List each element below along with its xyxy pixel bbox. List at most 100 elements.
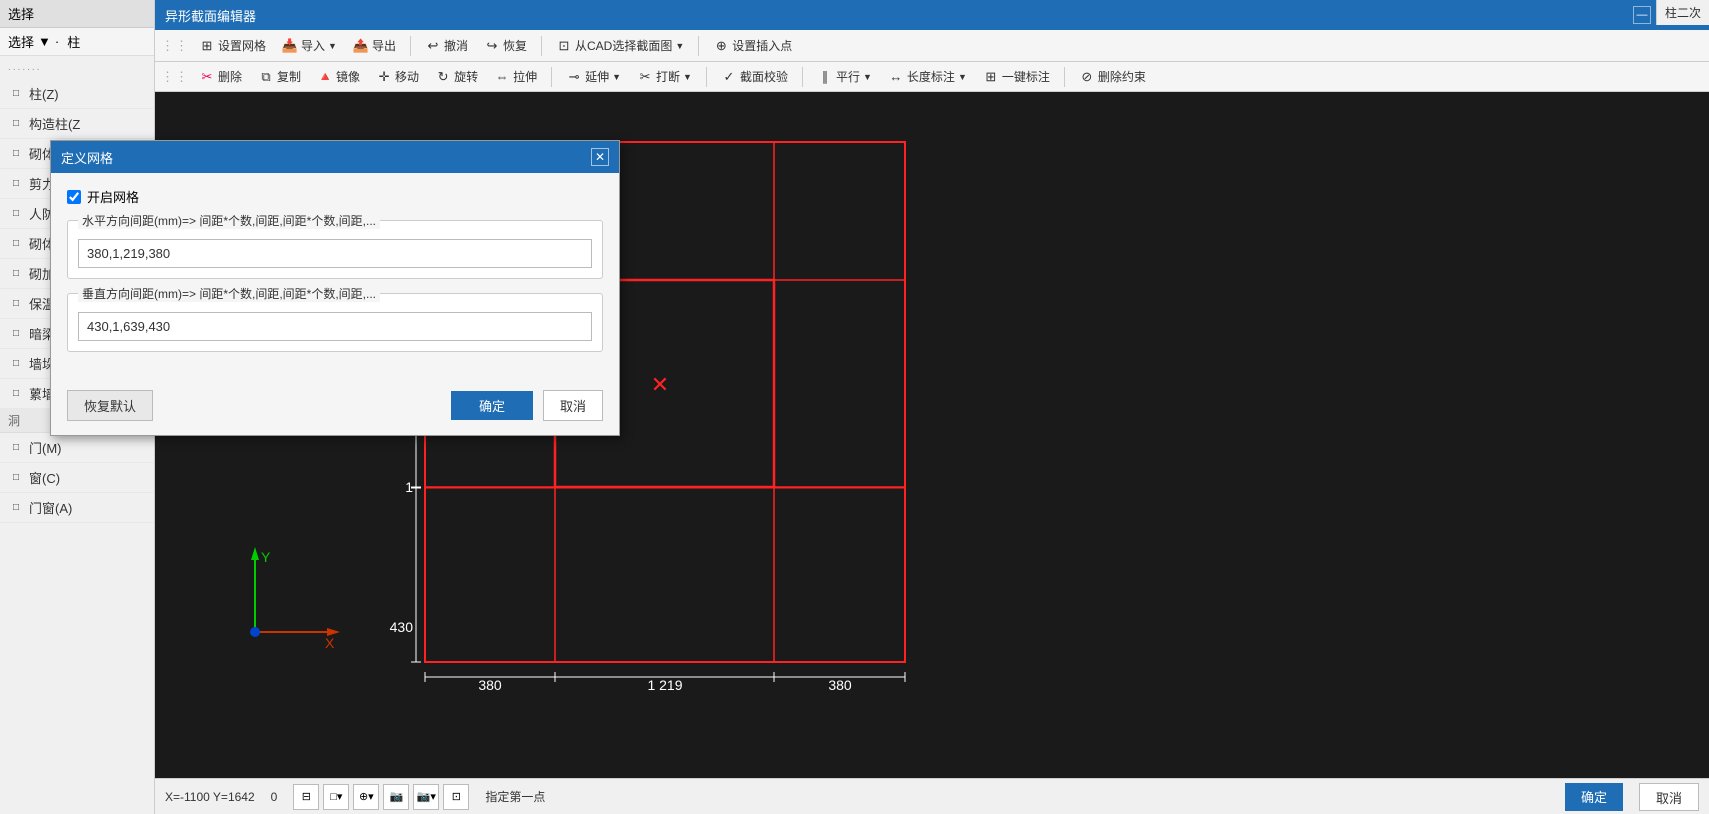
sidebar-item-door[interactable]: □ 门(M)	[0, 433, 154, 463]
editor-titlebar: 异形截面编辑器 — □ ✕	[155, 0, 1709, 30]
redo-button[interactable]: ↪ 恢复	[478, 35, 533, 56]
status-icon-1[interactable]: ⊟	[293, 784, 319, 810]
one-key-mark-button[interactable]: ⊞ 一键标注	[977, 66, 1056, 87]
status-cancel-button[interactable]: 取消	[1639, 783, 1699, 811]
stretch-button[interactable]: ⇔ 拉伸	[488, 66, 543, 87]
delete-button[interactable]: ✂ 删除	[193, 66, 248, 87]
shear-wall-icon: □	[8, 176, 24, 192]
toolbar2-sep-1	[551, 67, 552, 87]
dialog-title: 定义网格	[61, 148, 113, 167]
window-icon: □	[8, 470, 24, 486]
toolbar2-separator-dots: ⋮⋮	[161, 69, 189, 85]
import-icon: 📥	[282, 38, 298, 54]
status-icon-2[interactable]: □▾	[323, 784, 349, 810]
status-prompt: 指定第一点	[485, 788, 1549, 805]
extend-button[interactable]: ⊸ 延伸 ▼	[560, 66, 627, 87]
rotate-icon: ↻	[435, 69, 451, 85]
delete-constraint-button[interactable]: ⊘ 删除约束	[1073, 66, 1152, 87]
dialog-footer: 恢复默认 确定 取消	[51, 380, 619, 435]
sidebar-column-label: 柱	[67, 32, 80, 51]
redo-icon: ↪	[484, 38, 500, 54]
copy-label: 复制	[277, 68, 301, 85]
break-button[interactable]: ✂ 打断 ▼	[631, 66, 698, 87]
horizontal-section: 水平方向间距(mm)=> 间距*个数,间距,间距*个数,间距,...	[67, 220, 603, 279]
rotate-button[interactable]: ↻ 旋转	[429, 66, 484, 87]
dialog-close-button[interactable]: ✕	[591, 148, 609, 166]
sidebar-item-window[interactable]: □ 窗(C)	[0, 463, 154, 493]
door-icon: □	[8, 440, 24, 456]
status-icon-4[interactable]: 📷	[383, 784, 409, 810]
horizontal-input[interactable]	[78, 239, 592, 268]
enable-grid-row: 开启网格	[67, 187, 603, 206]
move-label: 移动	[395, 68, 419, 85]
y-axis-label: Y	[261, 549, 271, 565]
hidden-beam-icon: □	[8, 326, 24, 342]
column-icon: □	[8, 86, 24, 102]
vertical-input[interactable]	[78, 312, 592, 341]
copy-icon: ⧉	[258, 69, 274, 85]
enable-grid-label[interactable]: 开启网格	[87, 187, 139, 206]
break-icon: ✂	[637, 69, 653, 85]
sidebar-item-label: 窗(C)	[29, 468, 60, 487]
civil-defense-icon: □	[8, 206, 24, 222]
status-icon-6[interactable]: ⊡	[443, 784, 469, 810]
status-icon-3[interactable]: ⊕▾	[353, 784, 379, 810]
section-check-label: 截面校验	[740, 68, 788, 85]
status-icons: ⊟ □▾ ⊕▾ 📷 📷▾ ⊡	[293, 784, 469, 810]
toolbar-2: ⋮⋮ ✂ 删除 ⧉ 复制 🔺 镜像 ✛ 移动 ↻ 旋转 ⇔ 拉伸 ⊸ 延伸 ▼	[155, 62, 1709, 92]
sidebar-item-door-window[interactable]: □ 门窗(A)	[0, 493, 154, 523]
dialog-cancel-button[interactable]: 取消	[543, 390, 603, 421]
brick-column-icon: □	[8, 146, 24, 162]
sidebar-item-label: 柱(Z)	[29, 84, 59, 103]
mirror-button[interactable]: 🔺 镜像	[311, 66, 366, 87]
sidebar-item-label: 构造柱(Z	[29, 114, 80, 133]
sidebar-item-column-z[interactable]: □ 柱(Z)	[0, 79, 154, 109]
one-key-icon: ⊞	[983, 69, 999, 85]
status-zero: 0	[271, 790, 278, 804]
set-grid-button[interactable]: ⊞ 设置网格	[193, 35, 272, 56]
copy-button[interactable]: ⧉ 复制	[252, 66, 307, 87]
dialog-ok-button[interactable]: 确定	[451, 391, 533, 420]
status-icon-5[interactable]: 📷▾	[413, 784, 439, 810]
door-window-icon: □	[8, 500, 24, 516]
minimize-button[interactable]: —	[1633, 6, 1651, 24]
move-button[interactable]: ✛ 移动	[370, 66, 425, 87]
toolbar2-sep-3	[802, 67, 803, 87]
extend-label: 延伸	[585, 68, 609, 85]
horizontal-section-label: 水平方向间距(mm)=> 间距*个数,间距,间距*个数,间距,...	[78, 212, 380, 229]
status-confirm-button[interactable]: 确定	[1565, 783, 1623, 811]
length-mark-button[interactable]: ↔ 长度标注 ▼	[882, 66, 973, 87]
restore-default-button[interactable]: 恢复默认	[67, 390, 153, 421]
export-label: 导出	[372, 37, 396, 54]
parallel-button[interactable]: ∥ 平行 ▼	[811, 66, 878, 87]
set-insert-point-button[interactable]: ⊕ 设置插入点	[707, 35, 798, 56]
enable-grid-checkbox[interactable]	[67, 190, 81, 204]
undo-label: 撤消	[444, 37, 468, 54]
set-insert-point-label: 设置插入点	[732, 37, 792, 54]
cad-icon: ⊡	[556, 38, 572, 54]
sidebar-item-struct-column[interactable]: □ 构造柱(Z	[0, 109, 154, 139]
dim-left-horiz: 380	[478, 677, 502, 693]
toolbar2-sep-4	[1064, 67, 1065, 87]
import-button[interactable]: 📥 导入 ▼	[276, 35, 343, 56]
x-axis-label: X	[325, 635, 335, 651]
select-from-cad-button[interactable]: ⊡ 从CAD选择截面图 ▼	[550, 35, 690, 56]
sidebar-select-row[interactable]: 选择 ▼ · 柱	[0, 28, 154, 56]
export-icon: 📤	[353, 38, 369, 54]
delete-icon: ✂	[199, 69, 215, 85]
right-column-label: 柱二次	[1656, 0, 1709, 25]
mirror-label: 镜像	[336, 68, 360, 85]
section-check-button[interactable]: ✓ 截面校验	[715, 66, 794, 87]
brick-wall-icon: □	[8, 236, 24, 252]
brick-reinf-icon: □	[8, 266, 24, 282]
toolbar-sep-3	[698, 36, 699, 56]
del-constraint-icon: ⊘	[1079, 69, 1095, 85]
undo-button[interactable]: ↩ 撤消	[419, 35, 474, 56]
export-button[interactable]: 📤 导出	[347, 35, 402, 56]
undo-icon: ↩	[425, 38, 441, 54]
define-grid-dialog[interactable]: 定义网格 ✕ 开启网格 水平方向间距(mm)=> 间距*个数,间距,间距*个数,…	[50, 140, 620, 436]
toolbar-sep-2	[541, 36, 542, 56]
dim-right-horiz: 380	[828, 677, 852, 693]
dialog-titlebar: 定义网格 ✕	[51, 141, 619, 173]
parallel-label: 平行	[836, 68, 860, 85]
